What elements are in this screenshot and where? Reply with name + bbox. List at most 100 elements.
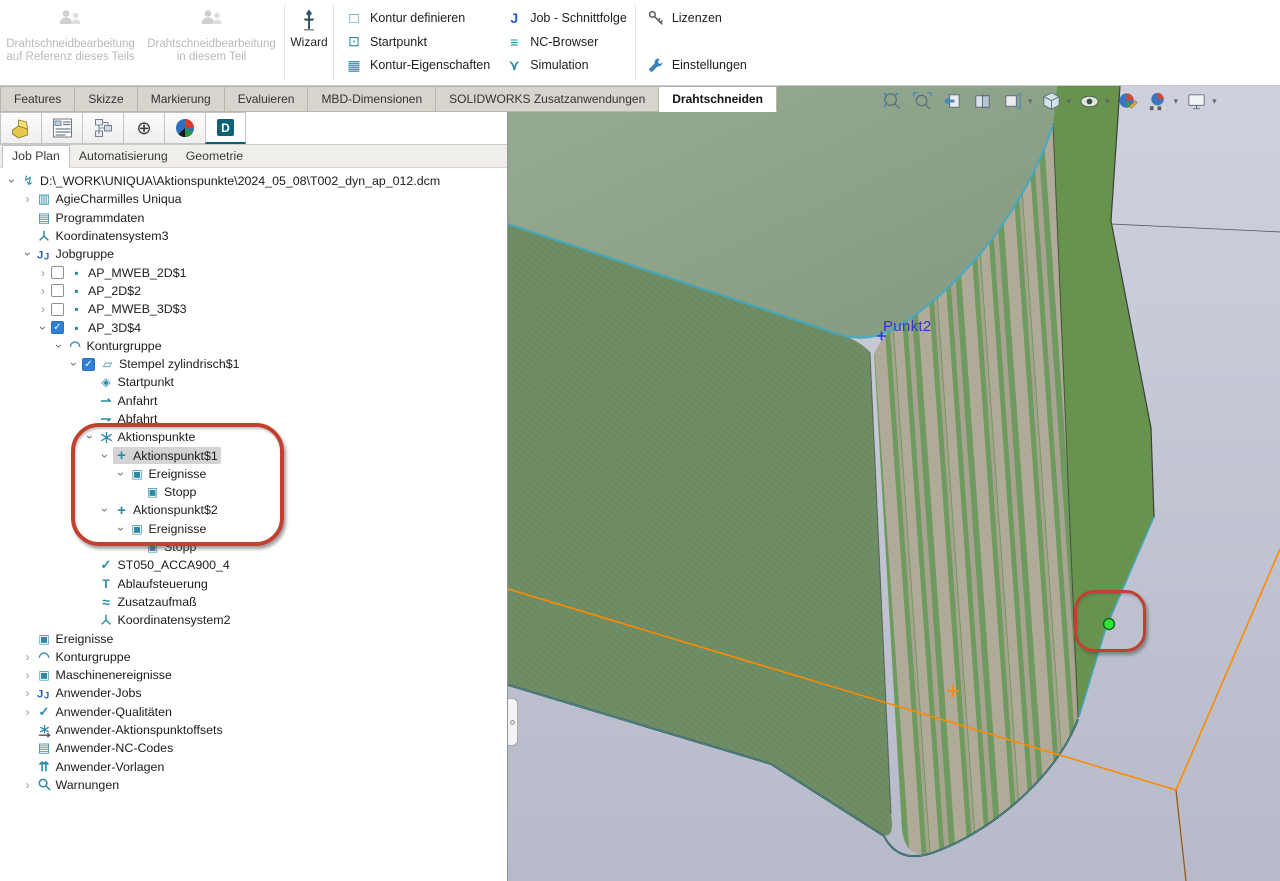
chevron-collapsed-icon[interactable]: › (20, 686, 36, 700)
chevron-expanded-icon[interactable]: › (83, 429, 97, 445)
tree-item-konturgruppe[interactable]: ›◠Konturgruppe (0, 648, 507, 666)
tree-item-ablaufsteuerung[interactable]: TAblaufsteuerung (0, 575, 507, 593)
panel-tab-configuration-manager[interactable] (82, 112, 123, 144)
dropdown-caret-icon[interactable]: ▾ (1105, 96, 1110, 107)
ribbon-command-startpunkt[interactable]: ⊡Startpunkt (344, 31, 490, 53)
dropdown-caret-icon[interactable]: ▾ (1174, 96, 1179, 107)
tree-item-stopp[interactable]: ▣Stopp (0, 538, 507, 556)
tree-item-ap-mweb-2d-1[interactable]: ›▪AP_MWEB_2D$1 (0, 263, 507, 281)
tree-item-anwender-aktionspunktoffsets[interactable]: Anwender-Aktionspunktoffsets (0, 721, 507, 739)
tree-item-startpunkt[interactable]: ◈Startpunkt (0, 373, 507, 391)
3d-viewport[interactable]: Punkt2 ▾▾▾▾▾ (507, 86, 1280, 881)
ribbon-command-nc-browser[interactable]: ≡NC-Browser (504, 31, 627, 53)
tab-evaluieren[interactable]: Evaluieren (225, 86, 309, 112)
hud-view-settings-button[interactable] (1184, 89, 1209, 114)
tree-item-maschinenereignisse[interactable]: ›▣Maschinenereignisse (0, 666, 507, 684)
tree-item-ap-mweb-3d-3[interactable]: ›▪AP_MWEB_3D$3 (0, 300, 507, 318)
tree-item-aktionspunkt-1[interactable]: ›+Aktionspunkt$1 (0, 446, 507, 464)
chevron-collapsed-icon[interactable]: › (20, 650, 36, 664)
chevron-expanded-icon[interactable]: › (98, 502, 112, 518)
panel-splitter-handle[interactable] (508, 698, 518, 746)
panel-tab-feature-manager[interactable] (0, 112, 41, 144)
ribbon-button-drahtschneidbearbeitung-auf-referenz-dieses-teils[interactable]: Drahtschneidbearbeitungauf Referenz dies… (0, 0, 141, 85)
hud-display-style-button[interactable] (1077, 89, 1102, 114)
tree-checkbox[interactable] (51, 284, 64, 297)
panel-tab-wire-edm-addin-tab[interactable]: D (205, 112, 246, 144)
chevron-collapsed-icon[interactable]: › (35, 284, 51, 298)
tree-item-konturgruppe[interactable]: ›◠Konturgruppe (0, 337, 507, 355)
hud-edit-appearance-button[interactable] (1116, 89, 1141, 114)
tree-item-stopp[interactable]: ▣Stopp (0, 483, 507, 501)
tab-drahtschneiden[interactable]: Drahtschneiden (659, 86, 777, 112)
tab-markierung[interactable]: Markierung (138, 86, 225, 112)
tree-item-ereignisse[interactable]: ›▣Ereignisse (0, 465, 507, 483)
tree-checkbox[interactable] (51, 303, 64, 316)
chevron-expanded-icon[interactable]: › (114, 466, 128, 482)
tree-item-ap-3d-4[interactable]: ›✓▪AP_3D$4 (0, 318, 507, 336)
tree-item-anwender-vorlagen[interactable]: ⇈Anwender-Vorlagen (0, 758, 507, 776)
tab-mbd-dimensionen[interactable]: MBD-Dimensionen (308, 86, 436, 112)
hud-3d-drawing-view-button[interactable] (1000, 89, 1025, 114)
panel-tab-property-manager[interactable] (41, 112, 82, 144)
tab-solidworks-zusatzanwendungen[interactable]: SOLIDWORKS Zusatzanwendungen (436, 86, 659, 112)
tree-item-anwender-qualitäten[interactable]: ›✓Anwender-Qualitäten (0, 703, 507, 721)
tree-item-zusatzaufmaß[interactable]: ≈Zusatzaufmaß (0, 593, 507, 611)
chevron-collapsed-icon[interactable]: › (20, 668, 36, 682)
tree-checkbox[interactable]: ✓ (51, 321, 64, 334)
chevron-collapsed-icon[interactable]: › (35, 266, 51, 280)
chevron-expanded-icon[interactable]: › (67, 356, 81, 372)
panel-tab-dimxpert-manager[interactable]: ⊕ (123, 112, 164, 144)
ribbon-command-einstellungen[interactable]: Einstellungen (646, 54, 747, 76)
tree-item-anwender-jobs[interactable]: ›JJAnwender-Jobs (0, 684, 507, 702)
chevron-expanded-icon[interactable]: › (114, 521, 128, 537)
tree-item-anwender-nc-codes[interactable]: ▤Anwender-NC-Codes (0, 739, 507, 757)
subtab-geometrie[interactable]: Geometrie (177, 146, 252, 167)
dropdown-caret-icon[interactable]: ▾ (1067, 96, 1072, 107)
panel-tab-display-manager[interactable] (164, 112, 205, 144)
actionpoint-vertex-marker[interactable] (1104, 619, 1115, 630)
tree-item-abfahrt[interactable]: ⇁Abfahrt (0, 410, 507, 428)
subtab-automatisierung[interactable]: Automatisierung (70, 146, 177, 167)
tree-item-d-work-uniqua-aktionspunkte-2024-05-08-t002-dyn-ap-012-dcm[interactable]: ›↯D:\_WORK\UNIQUA\Aktionspunkte\2024_05_… (0, 172, 507, 190)
dropdown-caret-icon[interactable]: ▾ (1028, 96, 1033, 107)
chevron-expanded-icon[interactable]: › (21, 246, 35, 262)
3d-model-scene[interactable] (508, 86, 1280, 881)
chevron-collapsed-icon[interactable]: › (20, 778, 36, 792)
ribbon-command-simulation[interactable]: ⋎Simulation (504, 54, 627, 76)
subtab-job-plan[interactable]: Job Plan (2, 145, 70, 168)
chevron-expanded-icon[interactable]: › (52, 338, 66, 354)
tree-item-programmdaten[interactable]: ▤Programmdaten (0, 209, 507, 227)
hud-apply-scene-button[interactable] (1146, 89, 1171, 114)
ribbon-command-kontur-eigenschaften[interactable]: ▦Kontur-Eigenschaften (344, 54, 490, 76)
tree-item-st050-acca900-4[interactable]: ✓ST050_ACCA900_4 (0, 556, 507, 574)
ribbon-command-lizenzen[interactable]: Lizenzen (646, 7, 747, 29)
chevron-expanded-icon[interactable]: › (98, 448, 112, 464)
tree-item-ereignisse[interactable]: ›▣Ereignisse (0, 520, 507, 538)
chevron-expanded-icon[interactable]: › (5, 173, 19, 189)
hud-section-view-button[interactable] (970, 89, 995, 114)
tree-item-aktionspunkte[interactable]: ›Aktionspunkte (0, 428, 507, 446)
tree-item-ereignisse[interactable]: ▣Ereignisse (0, 629, 507, 647)
tree-item-warnungen[interactable]: ›Warnungen (0, 776, 507, 794)
tree-checkbox[interactable]: ✓ (82, 358, 95, 371)
tree-item-koordinatensystem3[interactable]: Koordinatensystem3 (0, 227, 507, 245)
tree-item-koordinatensystem2[interactable]: Koordinatensystem2 (0, 611, 507, 629)
hud-zoom-area-button[interactable] (910, 89, 935, 114)
tab-features[interactable]: Features (0, 86, 75, 112)
wizard-button[interactable]: Wizard (287, 0, 331, 85)
ribbon-command-job-schnittfolge[interactable]: JJob - Schnittfolge (504, 7, 627, 29)
dropdown-caret-icon[interactable]: ▾ (1212, 96, 1217, 107)
chevron-collapsed-icon[interactable]: › (20, 705, 36, 719)
hud-view-orientation-button[interactable] (1039, 89, 1064, 114)
ribbon-button-drahtschneidbearbeitung-in-diesem-teil[interactable]: Drahtschneidbearbeitungin diesem Teil (141, 0, 282, 85)
chevron-collapsed-icon[interactable]: › (35, 302, 51, 316)
tree-item-stempel-zylindrisch-1[interactable]: ›✓▱Stempel zylindrisch$1 (0, 355, 507, 373)
hud-zoom-fit-button[interactable] (880, 89, 905, 114)
tree-item-agiecharmilles-uniqua[interactable]: ›▥AgieCharmilles Uniqua (0, 190, 507, 208)
tree-item-jobgruppe[interactable]: ›JJJobgruppe (0, 245, 507, 263)
hud-previous-view-button[interactable] (940, 89, 965, 114)
tree-item-anfahrt[interactable]: ⇀Anfahrt (0, 392, 507, 410)
tree-item-ap-2d-2[interactable]: ›▪AP_2D$2 (0, 282, 507, 300)
chevron-expanded-icon[interactable]: › (36, 320, 50, 336)
tree-checkbox[interactable] (51, 266, 64, 279)
